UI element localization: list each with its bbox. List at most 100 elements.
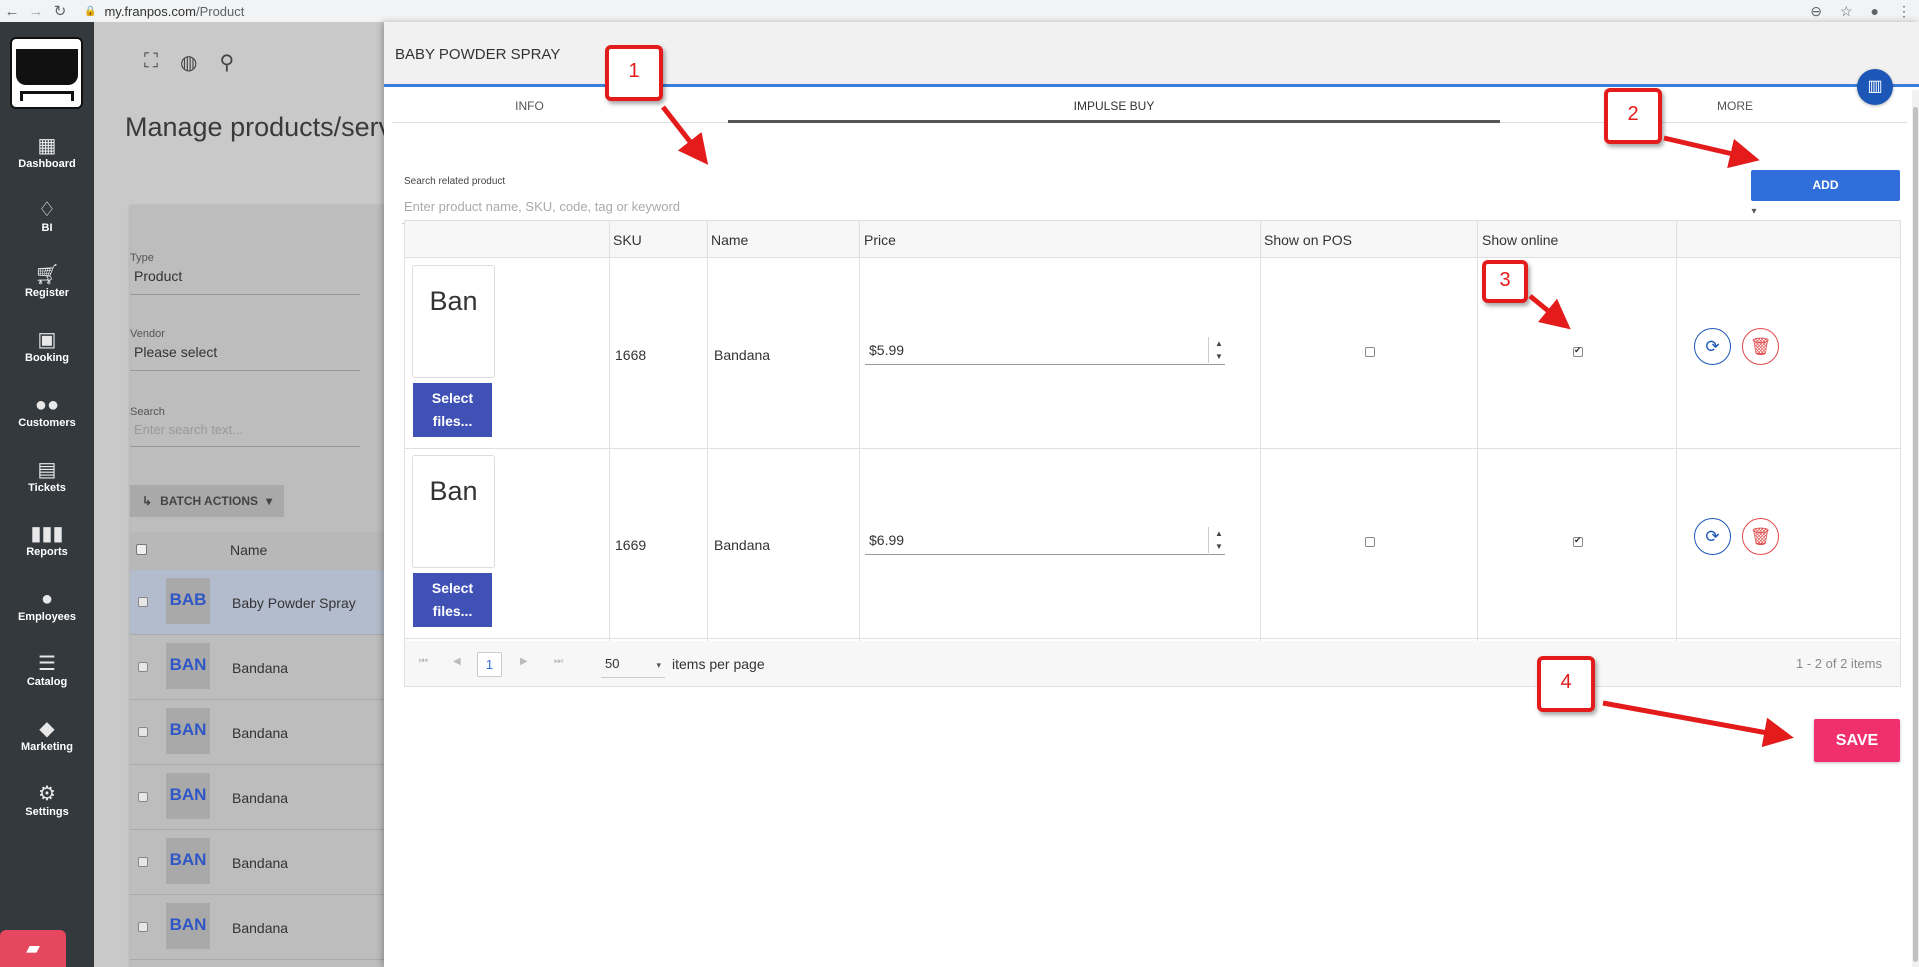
show-online-checkbox[interactable]: [1573, 345, 1583, 357]
delete-button[interactable]: 🗑︎: [1742, 328, 1779, 365]
forward-arrow-icon[interactable]: →: [24, 3, 48, 20]
select-files-button[interactable]: Select files...: [413, 383, 492, 437]
sidebar-item-booking[interactable]: ▣ Booking: [0, 328, 94, 364]
globe-icon[interactable]: ◍: [180, 50, 197, 75]
price-stepper[interactable]: ▲ ▼: [1213, 337, 1225, 363]
table-row[interactable]: BAN Bandana: [130, 830, 384, 895]
add-button[interactable]: ADD: [1751, 170, 1900, 201]
select-all-checkbox[interactable]: [136, 544, 147, 555]
show-on-pos-checkbox[interactable]: [1365, 537, 1375, 547]
callout-3: 3: [1482, 260, 1528, 303]
refresh-icon: ⟳: [1705, 527, 1720, 546]
vendor-label: Vendor: [130, 328, 165, 340]
row-checkbox[interactable]: [138, 922, 148, 932]
product-name: Bandana: [232, 920, 289, 936]
product-thumb: BAN: [166, 838, 210, 884]
row-checkbox[interactable]: [138, 857, 148, 867]
sidebar-item-label: Catalog: [26, 676, 68, 688]
last-page-icon[interactable]: ⏭: [554, 656, 563, 667]
chat-button[interactable]: ▰: [0, 930, 66, 967]
sidebar-item-employees[interactable]: ● Employees: [0, 587, 94, 623]
stepper-up-icon[interactable]: ▲: [1215, 529, 1223, 538]
delete-button[interactable]: 🗑︎: [1742, 518, 1779, 555]
select-files-button[interactable]: Select files...: [413, 573, 492, 627]
table-row[interactable]: BAN Bandana: [130, 700, 384, 765]
related-product-search-input[interactable]: [402, 190, 1748, 224]
sidebar-item-label: Booking: [25, 352, 69, 364]
per-page-label: items per page: [672, 656, 765, 672]
show-online-checkbox[interactable]: [1573, 535, 1583, 547]
row-checkbox[interactable]: [138, 792, 148, 802]
sidebar-item-dashboard[interactable]: ▦ Dashboard: [0, 134, 94, 170]
current-page-button[interactable]: 1: [477, 652, 502, 677]
related-search-label: Search related product: [404, 176, 506, 187]
sidebar-item-label: Customers: [18, 417, 76, 429]
tab-impulse-buy[interactable]: IMPULSE BUY: [728, 90, 1500, 123]
caret-down-icon: ▾: [1751, 206, 1757, 217]
product-name: Bandana: [232, 725, 289, 741]
product-thumb: BAN: [166, 643, 210, 689]
menu-dots-icon[interactable]: ⋮: [1897, 3, 1911, 20]
stepper-down-icon[interactable]: ▼: [1215, 352, 1223, 361]
price-stepper[interactable]: ▲ ▼: [1213, 527, 1225, 553]
sidebar-item-customers[interactable]: ●● Customers: [0, 393, 94, 429]
sidebar-item-tickets[interactable]: ▤ Tickets: [0, 458, 94, 494]
back-arrow-icon[interactable]: ←: [0, 3, 24, 20]
name-header: Name: [711, 232, 749, 248]
refresh-button[interactable]: ⟳: [1694, 328, 1731, 365]
bg-search-field[interactable]: Search Enter search text...: [130, 406, 360, 447]
sidebar-item-marketing[interactable]: ◆ Marketing: [0, 717, 94, 753]
url-domain: my.franpos.com: [104, 3, 196, 19]
table-row[interactable]: BAN Bandana: [130, 765, 384, 830]
refresh-icon: ⟳: [1705, 337, 1720, 356]
zoom-icon[interactable]: ⊖: [1810, 3, 1822, 20]
row-checkbox[interactable]: [138, 662, 148, 672]
sidebar-item-reports[interactable]: ▮▮▮ Reports: [0, 522, 94, 558]
profile-icon[interactable]: ●: [1871, 3, 1879, 19]
related-products-table: SKU Name Price Show on POS Show online B…: [404, 220, 1901, 687]
price-field: ▲▼: [865, 527, 1225, 555]
fullscreen-icon[interactable]: ⛶: [144, 50, 158, 75]
tag-icon: ◆: [39, 718, 55, 740]
prev-page-icon[interactable]: ◀: [453, 656, 461, 667]
batch-actions-button[interactable]: ↳ BATCH ACTIONS ▾: [130, 485, 284, 517]
next-page-icon[interactable]: ▶: [520, 656, 528, 667]
name-cell: Bandana: [714, 537, 771, 553]
table-row[interactable]: BAN Bandana: [130, 635, 384, 700]
row-checkbox[interactable]: [138, 727, 148, 737]
price-field: ▲▼: [865, 337, 1225, 365]
first-page-icon[interactable]: ⏮: [419, 656, 428, 667]
sidebar-item-register[interactable]: 🛒︎ Register: [0, 263, 94, 299]
address-bar[interactable]: 🔒 my.franpos.com/Product: [84, 4, 244, 19]
list-icon: ☰: [38, 653, 56, 675]
stepper-up-icon[interactable]: ▲: [1215, 339, 1223, 348]
row-checkbox[interactable]: [138, 597, 148, 607]
ticket-icon: ▤: [37, 459, 57, 481]
price-input[interactable]: [865, 337, 1209, 363]
sidebar-item-catalog[interactable]: ☰ Catalog: [0, 652, 94, 688]
stepper-down-icon[interactable]: ▼: [1215, 542, 1223, 551]
sidebar-item-settings[interactable]: ⚙ Settings: [0, 782, 94, 818]
franpos-logo[interactable]: [10, 37, 83, 109]
search-icon[interactable]: ⚲: [219, 50, 234, 75]
type-label: Type: [130, 252, 154, 264]
table-row[interactable]: BAN Bandana: [130, 895, 384, 960]
star-icon[interactable]: ☆: [1840, 3, 1853, 20]
table-row[interactable]: BAB Baby Powder Spray: [130, 570, 384, 635]
sku-header: SKU: [613, 232, 642, 248]
product-thumb: BAN: [166, 903, 210, 949]
sidebar-item-bi[interactable]: ♢ BI: [0, 198, 94, 234]
save-button[interactable]: SAVE: [1814, 719, 1900, 762]
dashboard-icon: ▦: [37, 135, 57, 157]
show-on-pos-checkbox[interactable]: [1365, 347, 1375, 357]
batch-actions-label: BATCH ACTIONS: [160, 494, 259, 508]
reload-icon[interactable]: ↻: [48, 2, 72, 20]
per-page-select[interactable]: 50 ▾: [601, 652, 665, 678]
price-input[interactable]: [865, 527, 1209, 553]
vendor-field[interactable]: Vendor Please select: [130, 328, 360, 371]
type-field[interactable]: Type Product: [130, 252, 360, 295]
callout-4: 4: [1537, 656, 1595, 712]
people-icon: ●●: [34, 394, 60, 416]
scrollbar-thumb[interactable]: [1913, 107, 1918, 962]
refresh-button[interactable]: ⟳: [1694, 518, 1731, 555]
